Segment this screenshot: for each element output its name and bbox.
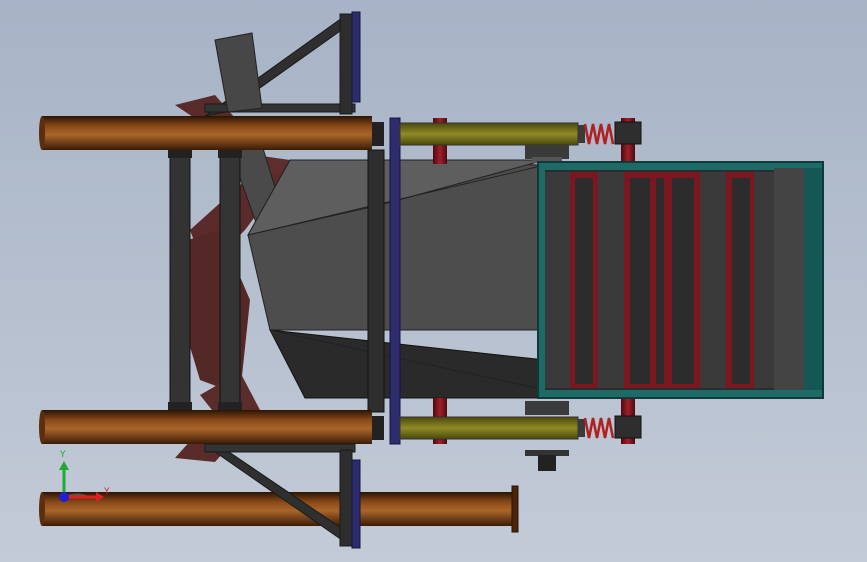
cad-viewport[interactable]: Y Y xyxy=(0,0,867,562)
spring-top[interactable] xyxy=(578,121,642,145)
swing-arm-top[interactable] xyxy=(372,122,579,163)
center-plates[interactable] xyxy=(367,117,401,445)
sieve-screen-box[interactable] xyxy=(537,161,824,399)
triad-x-label: Y xyxy=(103,487,110,497)
triad-y-label: Y xyxy=(59,450,66,460)
z-axis-dot-icon xyxy=(59,492,69,502)
spring-bottom[interactable] xyxy=(578,415,642,439)
machine-assembly-model[interactable]: Y Y xyxy=(0,0,867,562)
swing-arm-bottom[interactable] xyxy=(372,401,579,471)
pipe-top[interactable] xyxy=(39,116,372,150)
pipe-middle[interactable] xyxy=(39,410,372,444)
